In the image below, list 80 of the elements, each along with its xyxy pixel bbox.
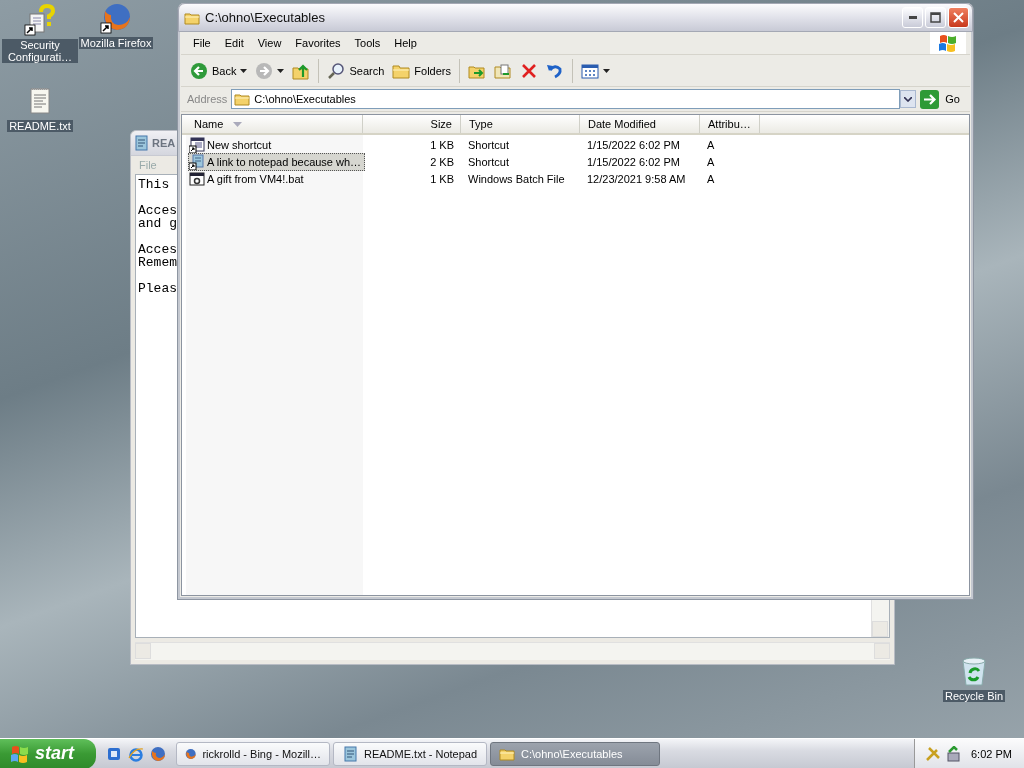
quick-launch-button[interactable] bbox=[150, 745, 166, 762]
text-paragraph: Pleas bbox=[138, 282, 177, 295]
text-paragraph: Acces and g bbox=[138, 204, 177, 230]
maximize-icon bbox=[930, 12, 941, 23]
start-button[interactable]: start bbox=[0, 738, 96, 768]
views-icon bbox=[581, 61, 599, 80]
file-list-item[interactable]: A gift from VM4!.bat bbox=[188, 170, 308, 188]
windows-flag-icon bbox=[10, 744, 30, 763]
menu-item[interactable]: View bbox=[251, 37, 288, 49]
clock: 6:02 PM bbox=[971, 747, 1012, 760]
sort-arrow-icon bbox=[233, 121, 243, 127]
tools-tray-icon bbox=[925, 745, 941, 762]
close-icon bbox=[953, 12, 964, 23]
dropdown-button[interactable] bbox=[900, 90, 917, 108]
go-button[interactable]: Go bbox=[920, 89, 966, 109]
table-cell-text: A bbox=[706, 156, 716, 168]
desktop-icon-label[interactable]: Recycle Bin bbox=[942, 690, 1006, 702]
column-header[interactable]: Size bbox=[363, 115, 461, 133]
copy-to-folder-icon bbox=[494, 61, 512, 80]
column-header[interactable]: Type bbox=[461, 115, 580, 133]
quick-launch-button[interactable] bbox=[128, 745, 144, 762]
taskbar-button[interactable]: rickrolld - Bing - Mozill… bbox=[176, 741, 330, 766]
back-button[interactable]: Back bbox=[187, 58, 251, 83]
caret-icon bbox=[603, 68, 610, 73]
minimize-icon bbox=[908, 16, 917, 19]
column-header[interactable]: Date Modified bbox=[580, 115, 700, 133]
internet-explorer-icon bbox=[128, 745, 144, 762]
table-cell-text: 1/15/2022 6:02 PM bbox=[586, 139, 681, 151]
table-cell-text: 1 KB bbox=[429, 139, 455, 151]
folders-button[interactable]: Folders bbox=[389, 58, 454, 83]
desktop-icon-label[interactable]: README.txt bbox=[7, 120, 73, 132]
menu-item[interactable]: Help bbox=[388, 37, 423, 49]
column-header[interactable]: Attribu… bbox=[700, 115, 760, 133]
minimize-button[interactable] bbox=[902, 7, 923, 28]
table-cell-text: 1 KB bbox=[429, 173, 455, 185]
shortcut-icon bbox=[189, 137, 205, 153]
notepad-icon bbox=[133, 135, 149, 151]
address-label: Address bbox=[187, 93, 228, 105]
menu-item[interactable]: Edit bbox=[218, 37, 250, 49]
notepad-shortcut-icon bbox=[189, 154, 205, 170]
table-cell-text: 1/15/2022 6:02 PM bbox=[586, 156, 681, 168]
desktop-icon-label[interactable]: Security Configurati… bbox=[2, 39, 78, 63]
firefox-icon bbox=[150, 745, 166, 762]
taskbar-button[interactable]: README.txt - Notepad bbox=[333, 741, 487, 766]
menu-item[interactable]: File bbox=[187, 37, 217, 49]
table-cell-text: A bbox=[706, 173, 716, 185]
table-cell-text: 2 KB bbox=[429, 156, 455, 168]
windows-flag-icon bbox=[938, 34, 958, 52]
text-paragraph: Acces Remem bbox=[138, 243, 177, 269]
quick-launch-button[interactable] bbox=[106, 745, 122, 762]
file-list-item[interactable]: A link to notepad because wh… bbox=[188, 153, 366, 171]
maximize-button[interactable] bbox=[925, 7, 946, 28]
table-cell-text: Shortcut bbox=[467, 156, 510, 168]
text-paragraph: This bbox=[138, 178, 170, 191]
help-document-icon bbox=[24, 4, 56, 36]
file-list-item[interactable]: New shortcut bbox=[188, 136, 276, 154]
window-title: REA bbox=[152, 137, 176, 149]
notepad-icon bbox=[342, 745, 358, 762]
folder-icon bbox=[234, 91, 251, 107]
window-title: C:\ohno\Executables bbox=[205, 10, 326, 25]
chevron-down-icon bbox=[904, 96, 913, 102]
menu-item[interactable]: Tools bbox=[348, 37, 387, 49]
table-cell-text: A bbox=[706, 139, 716, 151]
desktop-icon-label[interactable]: Mozilla Firefox bbox=[78, 37, 154, 49]
menu-item[interactable]: Favorites bbox=[289, 37, 347, 49]
arrow-right-icon bbox=[920, 89, 940, 109]
firefox-icon bbox=[100, 2, 132, 34]
close-button[interactable] bbox=[948, 7, 969, 28]
search-icon bbox=[327, 61, 346, 80]
table-cell-text: Windows Batch File bbox=[467, 173, 566, 185]
column-header[interactable]: Name bbox=[186, 115, 363, 133]
table-cell-text: Shortcut bbox=[467, 139, 510, 151]
table-cell-text: 12/23/2021 9:58 AM bbox=[586, 173, 687, 185]
delete-icon bbox=[520, 61, 538, 80]
caret-icon bbox=[240, 68, 248, 73]
desktop-shortcut-icon bbox=[106, 745, 122, 762]
caret-icon bbox=[277, 68, 285, 73]
search-button[interactable]: Search bbox=[324, 58, 388, 83]
address-field[interactable]: C:\ohno\Executables bbox=[231, 89, 901, 109]
network-tray-icon bbox=[945, 745, 961, 762]
